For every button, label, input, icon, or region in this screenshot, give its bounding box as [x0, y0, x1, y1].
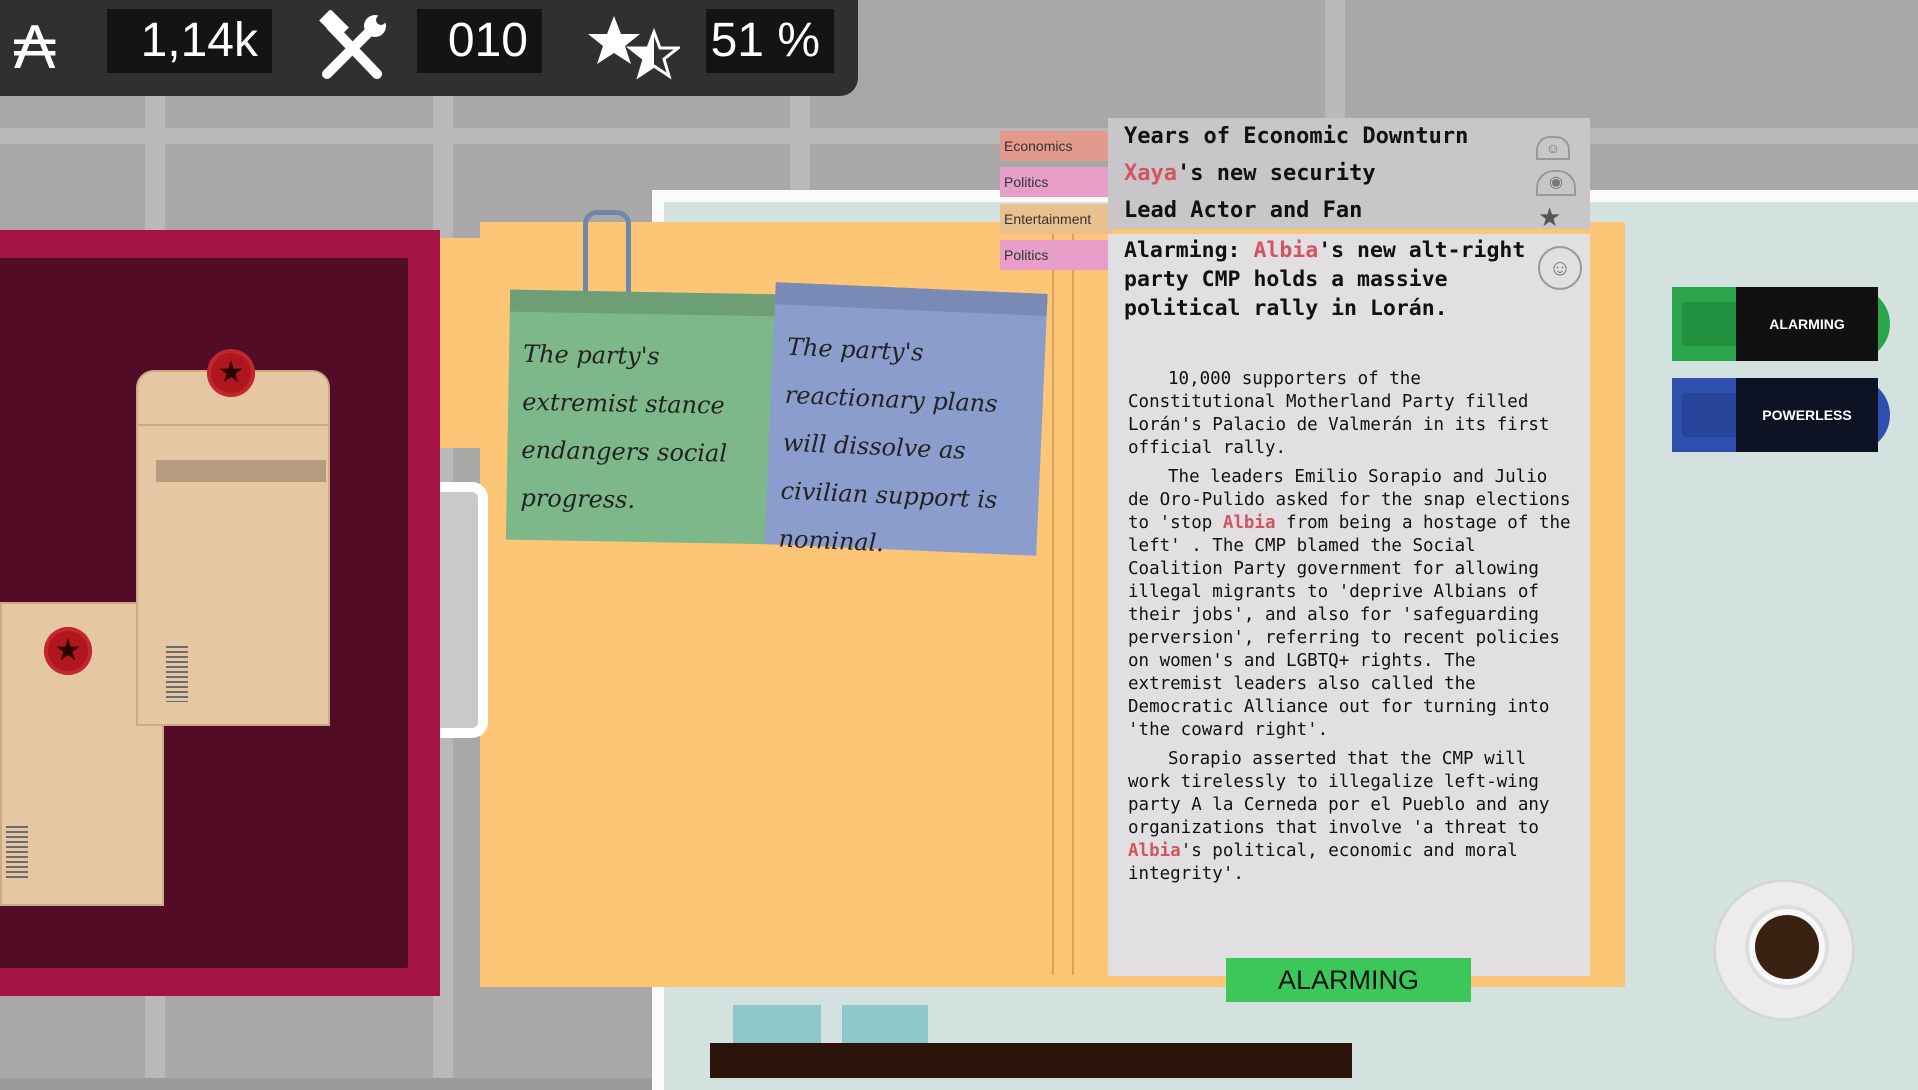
barcode: [6, 826, 28, 880]
star-icon: ★: [1538, 202, 1562, 232]
sticky-note[interactable]: The party's extremist stance endangers s…: [505, 289, 779, 545]
resource-bar: ₳ 1,14k 010 51 %: [0, 0, 858, 96]
headline-text: Lead Actor and Fan: [1124, 198, 1363, 223]
category-tab[interactable]: Entertainment: [1000, 204, 1112, 234]
headline-text: Years of Economic Downturn: [1124, 124, 1469, 149]
country-name: Albia: [1222, 513, 1276, 533]
folder-handle[interactable]: [440, 482, 488, 738]
alarming-label: ALARMING: [1736, 287, 1878, 361]
stars-icon: [588, 12, 683, 87]
paper-clip-icon: [583, 210, 631, 295]
rating-value: 51 %: [706, 9, 834, 73]
wax-seal-icon: ★: [44, 627, 92, 675]
headline-tab[interactable]: Xaya's new security: [1108, 155, 1590, 192]
folder-crease: [1072, 230, 1074, 975]
wax-seal-icon: ★: [207, 349, 255, 397]
headline-tab[interactable]: Years of Economic Downturn: [1108, 118, 1590, 155]
portrait-icon: ☺: [1536, 136, 1570, 160]
article-title: Alarming: Albia's new alt-right party CM…: [1124, 238, 1526, 321]
desk-tab: [733, 1005, 821, 1045]
headline-tab[interactable]: Lead Actor and Fan: [1108, 192, 1590, 229]
country-name: Xaya: [1124, 161, 1177, 186]
category-tab[interactable]: Economics: [1000, 131, 1112, 161]
barcode: [166, 646, 188, 702]
austral-currency-icon: ₳: [14, 13, 56, 82]
article-paragraph: 10,000 supporters of the Constitutional …: [1128, 369, 1550, 458]
category-tab[interactable]: Politics: [1000, 240, 1112, 270]
desk-slot: [710, 1043, 1352, 1078]
tools-value: 010: [417, 9, 542, 73]
coffee: [1755, 915, 1819, 979]
headline-text: 's new security: [1176, 161, 1376, 186]
portrait-icon: ☺: [1538, 246, 1582, 290]
money-value: 1,14k: [107, 9, 272, 73]
country-name: Albia: [1253, 238, 1319, 263]
category-tab[interactable]: Politics: [1000, 167, 1112, 197]
sticky-note[interactable]: The party's reactionary plans will disso…: [764, 282, 1048, 557]
desk-tab: [842, 1005, 928, 1045]
envelope-opening: [156, 460, 326, 482]
verdict-stamp: ALARMING: [1226, 958, 1471, 1002]
folder-flap: [440, 238, 486, 448]
article-paragraph: The leaders Emilio Sorapio and Julio de …: [1128, 467, 1571, 740]
eye-icon: ◉: [1536, 170, 1576, 196]
article-paragraph: Sorapio asserted that the CMP will work …: [1128, 749, 1550, 884]
country-name: Albia: [1128, 841, 1181, 861]
folder-crease: [1052, 230, 1054, 975]
hammer-wrench-icon: [315, 9, 391, 91]
envelope[interactable]: [136, 422, 330, 726]
article-body: 10,000 supporters of the Constitutional …: [1128, 368, 1578, 892]
powerless-label: POWERLESS: [1736, 378, 1878, 452]
window-frame: [0, 128, 1918, 144]
